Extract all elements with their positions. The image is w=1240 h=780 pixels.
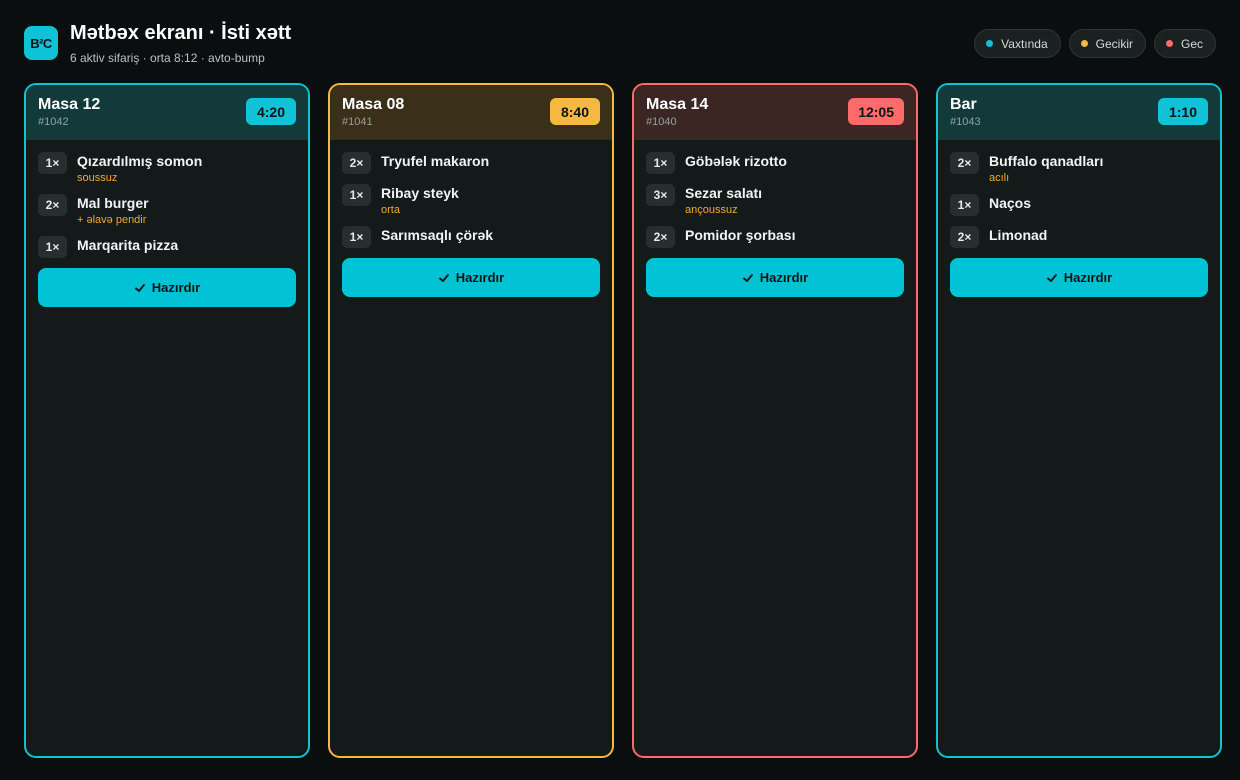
item-quantity: 1×: [950, 194, 979, 216]
legend-label: Vaxtında: [1001, 36, 1048, 51]
item-quantity: 1×: [342, 226, 371, 248]
item-name: Ribay steyk: [381, 185, 459, 201]
item-name: Qızardılmış somon: [77, 153, 203, 169]
item-quantity: 1×: [342, 184, 371, 206]
list-item: 2× Buffalo qanadları acılı: [950, 152, 1208, 184]
ready-button-label: Hazırdır: [1063, 270, 1113, 285]
ticket-order-id: #1041: [342, 116, 373, 128]
item-name: Sezar salatı: [685, 185, 763, 201]
check-icon: [742, 272, 754, 284]
ready-button-label: Hazırdır: [151, 280, 201, 295]
item-quantity: 2×: [38, 194, 67, 216]
app-logo: B²C: [24, 26, 58, 60]
ticket-header: Bar #1043 1:10: [938, 85, 1220, 140]
list-item: 1× Ribay steyk orta: [342, 184, 600, 216]
item-note: soussuz: [77, 172, 118, 184]
item-name: Buffalo qanadları: [989, 153, 1104, 169]
page-subtitle: 6 aktiv sifariş · orta 8:12 · avto-bump: [70, 51, 265, 65]
ready-button[interactable]: Hazırdır: [342, 258, 600, 297]
list-item: 1× Qızardılmış somon soussuz: [38, 152, 296, 184]
ticket-table-name: Masa 08: [342, 96, 405, 113]
ready-button[interactable]: Hazırdır: [38, 268, 296, 307]
list-item: 1× Göbələk rizotto: [646, 152, 904, 174]
ticket-items: 1× Göbələk rizotto 3× Sezar salatı ançous…: [634, 140, 916, 248]
ticket-table-name: Masa 14: [646, 96, 709, 113]
check-icon: [1046, 272, 1058, 284]
item-quantity: 2×: [342, 152, 371, 174]
ticket-timer: 4:20: [246, 98, 296, 125]
status-legend: Vaxtında Gecikir Gec: [974, 29, 1216, 58]
item-quantity: 1×: [38, 152, 67, 174]
item-name: Naços: [989, 195, 1032, 211]
ticket-items: 2× Buffalo qanadları acılı 1× Naços 2× Li…: [938, 140, 1220, 248]
ticket-header: Masa 14 #1040 12:05: [634, 85, 916, 140]
item-quantity: 2×: [950, 152, 979, 174]
list-item: 2× Tryufel makaron: [342, 152, 600, 174]
list-item: 1× Sarımsaqlı çörək: [342, 226, 600, 248]
ticket-order-id: #1040: [646, 116, 677, 128]
late-dot-icon: [1165, 40, 1173, 47]
ticket-header: Masa 12 #1042 4:20: [26, 85, 308, 140]
order-ticket: Masa 14 #1040 12:05 1× Göbələk rizotto 3…: [632, 83, 918, 758]
item-note: acılı: [989, 172, 1010, 184]
item-name: Sarımsaqlı çörək: [381, 227, 494, 243]
on-time-dot-icon: [986, 40, 994, 47]
list-item: 1× Naços: [950, 194, 1208, 216]
legend-label: Gecikir: [1095, 36, 1133, 51]
order-ticket: Bar #1043 1:10 2× Buffalo qanadları acılı…: [936, 83, 1222, 758]
item-name: Tryufel makaron: [381, 153, 490, 169]
ticket-table-name: Bar: [950, 96, 977, 113]
ready-button[interactable]: Hazırdır: [646, 258, 904, 297]
delayed-dot-icon: [1080, 40, 1088, 47]
item-note: + əlavə pendir: [77, 214, 147, 226]
order-ticket: Masa 12 #1042 4:20 1× Qızardılmış somon s…: [24, 83, 310, 758]
item-name: Marqarita pizza: [77, 237, 179, 253]
list-item: 2× Mal burger + əlavə pendir: [38, 194, 296, 226]
item-name: Mal burger: [77, 195, 149, 211]
ticket-timer: 8:40: [550, 98, 600, 125]
item-quantity: 2×: [646, 226, 675, 248]
list-item: 2× Pomidor şorbası: [646, 226, 904, 248]
page-title: Mətbəx ekranı · İsti xətt: [70, 22, 292, 44]
item-name: Limonad: [989, 227, 1048, 243]
item-quantity: 1×: [38, 236, 67, 258]
item-quantity: 2×: [950, 226, 979, 248]
ready-button-label: Hazırdır: [759, 270, 809, 285]
item-quantity: 3×: [646, 184, 675, 206]
list-item: 1× Marqarita pizza: [38, 236, 296, 258]
legend-delayed[interactable]: Gecikir: [1068, 29, 1146, 58]
header: B²C Mətbəx ekranı · İsti xətt 6 aktiv si…: [24, 22, 1216, 66]
item-note: orta: [381, 204, 400, 216]
ticket-header: Masa 08 #1041 8:40: [330, 85, 612, 140]
item-quantity: 1×: [646, 152, 675, 174]
item-name: Pomidor şorbası: [685, 227, 796, 243]
ticket-items: 1× Qızardılmış somon soussuz 2× Mal burge…: [26, 140, 308, 258]
list-item: 2× Limonad: [950, 226, 1208, 248]
legend-label: Gec: [1180, 36, 1203, 51]
ticket-timer: 1:10: [1158, 98, 1208, 125]
ticket-order-id: #1043: [950, 116, 981, 128]
order-ticket: Masa 08 #1041 8:40 2× Tryufel makaron 1×…: [328, 83, 614, 758]
ticket-board: Masa 12 #1042 4:20 1× Qızardılmış somon s…: [24, 83, 1222, 758]
item-note: ançoussuz: [685, 204, 738, 216]
ticket-order-id: #1042: [38, 116, 69, 128]
check-icon: [438, 272, 450, 284]
legend-on-time[interactable]: Vaxtında: [974, 29, 1061, 58]
ticket-table-name: Masa 12: [38, 96, 101, 113]
check-icon: [134, 282, 146, 294]
legend-late[interactable]: Gec: [1153, 29, 1216, 58]
list-item: 3× Sezar salatı ançoussuz: [646, 184, 904, 216]
ready-button[interactable]: Hazırdır: [950, 258, 1208, 297]
item-name: Göbələk rizotto: [685, 153, 787, 169]
ticket-timer: 12:05: [848, 98, 904, 125]
ticket-items: 2× Tryufel makaron 1× Ribay steyk orta 1×…: [330, 140, 612, 248]
ready-button-label: Hazırdır: [455, 270, 505, 285]
